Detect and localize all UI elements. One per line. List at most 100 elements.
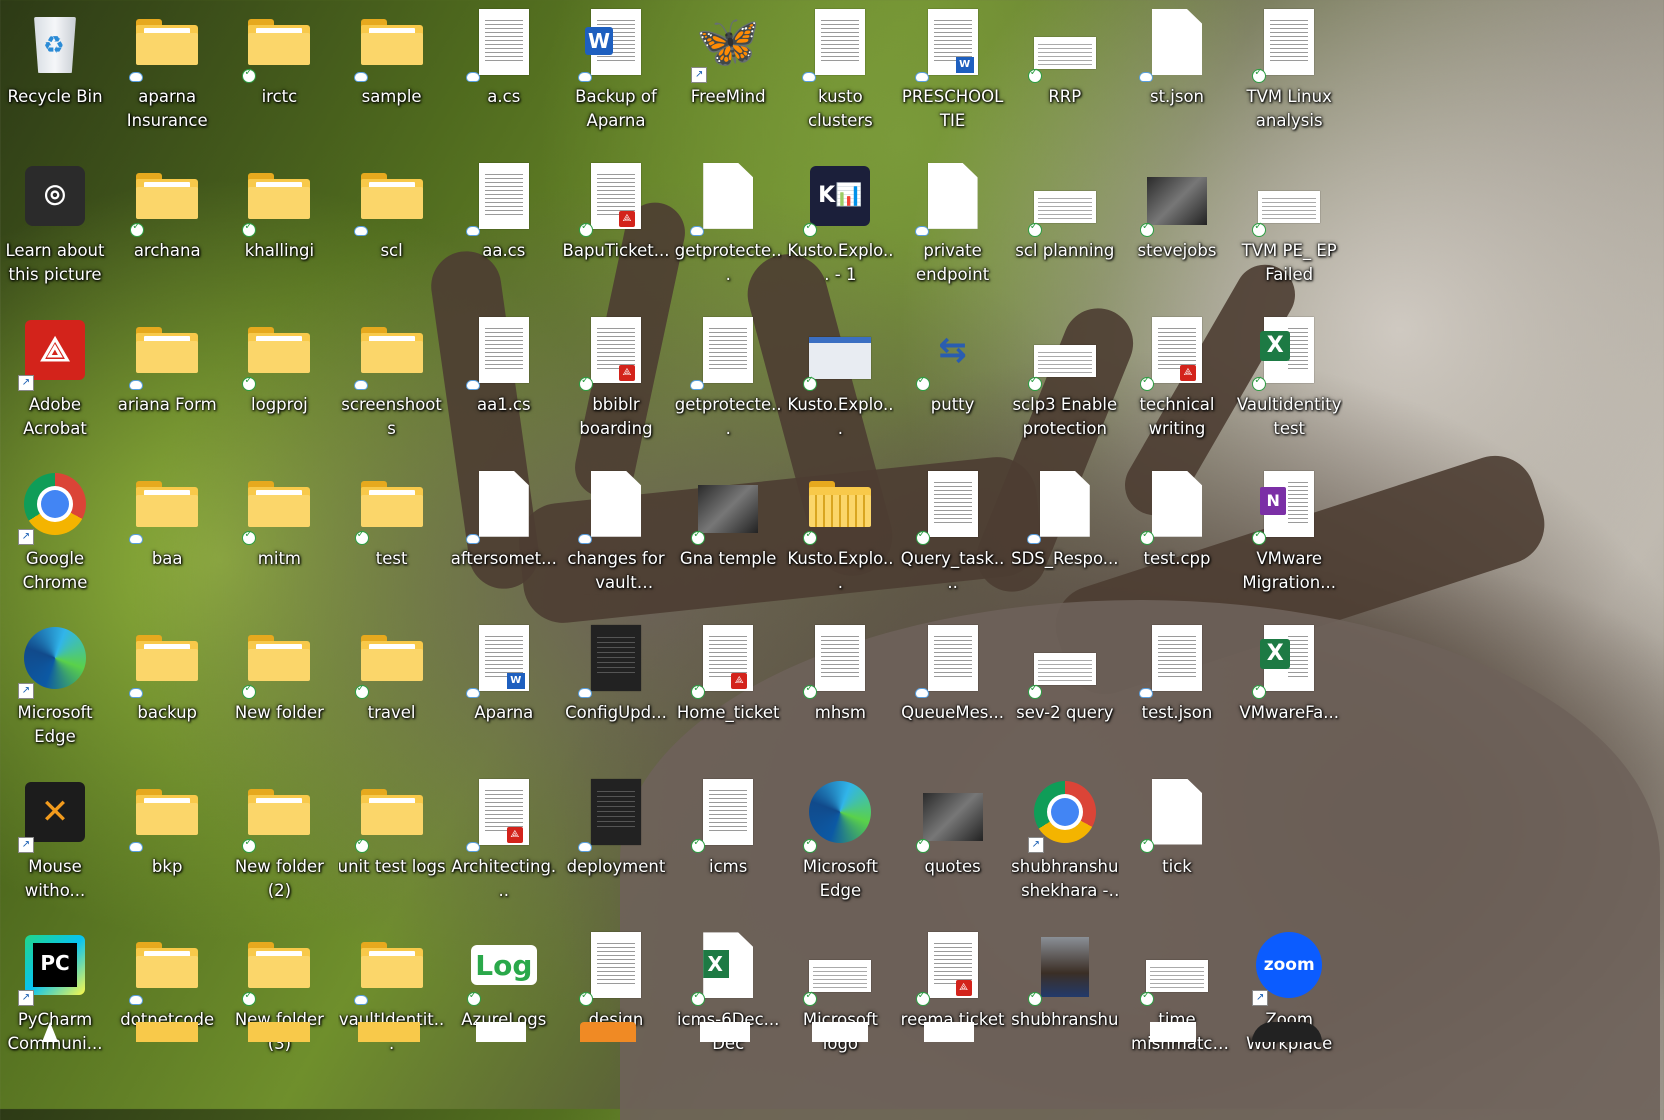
desktop-icon-logproj[interactable]: logproj [224, 310, 334, 458]
desktop-icon-kusto-explo[interactable]: Kusto.Explo... [785, 310, 895, 458]
desktop-icon-microsoft-edge[interactable]: ↗ Microsoft Edge [0, 618, 110, 766]
desktop-icon-irctc[interactable]: irctc [224, 2, 334, 150]
desktop-icon-azurelogs[interactable]: LogAzureLogs [449, 925, 559, 1073]
partial-doc-7[interactable] [700, 1022, 750, 1042]
desktop-icon-archana[interactable]: archana [112, 156, 222, 304]
partial-folder-2[interactable] [136, 1022, 198, 1042]
desktop-icon-mouse-witho[interactable]: ✕ ↗ Mouse witho... [0, 772, 110, 920]
portrait-photo-icon [1040, 937, 1089, 998]
desktop-icon-adobe-acrobat[interactable]: ⟁ ↗ Adobe Acrobat [0, 310, 110, 458]
desktop-icon-time-mishmatch[interactable]: time mishmatch ... [1122, 925, 1232, 1073]
desktop-icon-deployment[interactable]: deployment [561, 772, 671, 920]
desktop-icon-reema-ticket[interactable]: ⟁reema ticket [898, 925, 1008, 1073]
desktop-icon-quotes[interactable]: quotes [898, 772, 1008, 920]
desktop-icon-aparna-insurance[interactable]: aparna Insurance [112, 2, 222, 150]
desktop-icon-tick[interactable]: tick [1122, 772, 1232, 920]
sync-ok-icon [915, 375, 930, 391]
desktop-icon-bbiblr-boarding[interactable]: ⟁ bbiblr boarding [561, 310, 671, 458]
desktop-icon-mitm[interactable]: mitm [224, 464, 334, 612]
desktop-icon-zoom-workplace[interactable]: zoom ↗ Zoom Workplace [1234, 925, 1344, 1073]
partial-app-6[interactable] [580, 1022, 636, 1042]
partial-doc-9[interactable] [924, 1022, 974, 1042]
partial-doc-10[interactable] [1150, 1022, 1196, 1042]
desktop-icon-a-cs[interactable]: a.cs [449, 2, 559, 150]
desktop-icon-aa-cs[interactable]: aa.cs [449, 156, 559, 304]
desktop-icon-architecting[interactable]: ⟁ Architecting... [449, 772, 559, 920]
desktop-icon-changes-for-vault-identity[interactable]: changes for vault identity [561, 464, 671, 612]
desktop-icon-kusto-explo-1[interactable]: K📊 Kusto.Explo... - 1 [785, 156, 895, 304]
desktop-icon-icms[interactable]: icms [673, 772, 783, 920]
cloud-sync-icon [1140, 73, 1152, 81]
desktop-icon-ariana-form[interactable]: ariana Form [112, 310, 222, 458]
desktop-icon-new-folder-2[interactable]: New folder (2) [224, 772, 334, 920]
desktop-icon-vmware-migration[interactable]: N VMware Migration... [1234, 464, 1344, 612]
desktop-icon-sclp3-enable-protection[interactable]: sclp3 Enable protection [1010, 310, 1120, 458]
shortcut-arrow-icon: ↗ [18, 682, 34, 699]
desktop-icon-new-folder[interactable]: New folder [224, 618, 334, 766]
desktop-icon-kusto-clusters[interactable]: kusto clusters [785, 2, 895, 150]
desktop-icon-rrp[interactable]: RRP [1010, 2, 1120, 150]
desktop-icon-shubhranshu-shekhara[interactable]: ↗ shubhranshu shekhara - ... [1010, 772, 1120, 920]
desktop-icon-backup-of-aparna[interactable]: W Backup of Aparna [561, 2, 671, 150]
partial-folder-3[interactable] [248, 1022, 310, 1042]
partial-doc-5[interactable] [476, 1022, 526, 1042]
desktop-icon-travel[interactable]: travel [337, 618, 447, 766]
desktop-icon-vaultidentity-test[interactable]: X Vaultidentity test [1234, 310, 1344, 458]
desktop-icon-pycharm-communi[interactable]: PC ↗ PyCharm Communi... [0, 925, 110, 1073]
desktop-icon-baputicket[interactable]: ⟁ BapuTicket... [561, 156, 671, 304]
desktop-icon-getprotecte[interactable]: getprotecte... [673, 310, 783, 458]
desktop-icon-test-json[interactable]: test.json [1122, 618, 1232, 766]
desktop-icon-freemind[interactable]: 🦋 ↗ FreeMind [673, 2, 783, 150]
desktop-icon-vmwarefa[interactable]: X VMwareFa... [1234, 618, 1344, 766]
desktop-icon-new-folder-3[interactable]: New folder (3) [224, 925, 334, 1073]
desktop-icon-aftersomet[interactable]: aftersomet... [449, 464, 559, 612]
desktop-icon-private-endpoint[interactable]: private endpoint [898, 156, 1008, 304]
desktop-icon-bkp[interactable]: bkp [112, 772, 222, 920]
desktop-icon-gna-temple[interactable]: Gna temple [673, 464, 783, 612]
desktop-icon-scl[interactable]: scl [337, 156, 447, 304]
partial-app-11[interactable] [1252, 1022, 1322, 1042]
desktop-icon-technical-writing[interactable]: ⟁ technical writing [1122, 310, 1232, 458]
desktop-icon-icms-6dec-dec[interactable]: Xicms-6Dec... Dec [673, 925, 783, 1073]
desktop-icon-preschool-tie[interactable]: W PRESCHOOL TIE [898, 2, 1008, 150]
desktop-icon-design[interactable]: design [561, 925, 671, 1073]
desktop-icon-kusto-explo[interactable]: Kusto.Explo... [785, 464, 895, 612]
desktop-icon-getprotecte[interactable]: getprotecte... [673, 156, 783, 304]
desktop-icon-sds-respo[interactable]: SDS_Respo... [1010, 464, 1120, 612]
desktop-icon-tvm-pe-ep-failed[interactable]: TVM PE_ EP Failed [1234, 156, 1344, 304]
document-icon [703, 778, 754, 845]
partial-folder-4[interactable] [358, 1022, 420, 1042]
excel-file-icon: X [1260, 316, 1315, 383]
desktop-icon-queuemes[interactable]: QueueMes... [898, 618, 1008, 766]
desktop-icon-putty[interactable]: ⇆ putty [898, 310, 1008, 458]
desktop-icon-test-cpp[interactable]: test.cpp [1122, 464, 1232, 612]
desktop-icon-tvm-linux-analysis[interactable]: TVM Linux analysis [1234, 2, 1344, 150]
desktop-icon-vaultidentit[interactable]: vaultIdentit... [337, 925, 447, 1073]
desktop-icon-home-ticket[interactable]: ⟁ Home_ticket [673, 618, 783, 766]
desktop-icon-mhsm[interactable]: mhsm [785, 618, 895, 766]
sync-ok-icon [242, 990, 257, 1007]
desktop-icon-learn-about-this-picture[interactable]: ⌾ Learn about this picture [0, 156, 110, 304]
desktop-icon-query-task[interactable]: Query_task.... [898, 464, 1008, 612]
desktop-icon-configupd[interactable]: ConfigUpd... [561, 618, 671, 766]
desktop-icon-stevejobs[interactable]: stevejobs [1122, 156, 1232, 304]
desktop-icon-google-chrome[interactable]: ↗ Google Chrome [0, 464, 110, 612]
desktop-icon-microsoft-edge[interactable]: Microsoft Edge [785, 772, 895, 920]
desktop-icon-sample[interactable]: sample [337, 2, 447, 150]
desktop-icon-screenshoots[interactable]: screenshoots [337, 310, 447, 458]
desktop-icon-aparna[interactable]: W Aparna [449, 618, 559, 766]
desktop-icon-microsoft-logo[interactable]: Microsoft logo [785, 925, 895, 1073]
partial-doc-8[interactable] [812, 1022, 868, 1042]
desktop-icon-khallingi[interactable]: khallingi [224, 156, 334, 304]
desktop-icon-scl-planning[interactable]: scl planning [1010, 156, 1120, 304]
desktop-icon-sev-2-query[interactable]: sev-2 query [1010, 618, 1120, 766]
desktop-icon-shubhranshu[interactable]: shubhranshu [1010, 925, 1120, 1073]
desktop-icon-aa1-cs[interactable]: aa1.cs [449, 310, 559, 458]
desktop-icon-st-json[interactable]: st.json [1122, 2, 1232, 150]
desktop-icon-baa[interactable]: baa [112, 464, 222, 612]
desktop-icon-test[interactable]: test [337, 464, 447, 612]
desktop-icon-recycle-bin[interactable]: ♻ Recycle Bin [0, 2, 110, 150]
desktop-icon-unit-test-logs[interactable]: unit test logs [337, 772, 447, 920]
desktop-icon-dotnetcode[interactable]: dotnetcode [112, 925, 222, 1073]
desktop-icon-backup[interactable]: backup [112, 618, 222, 766]
